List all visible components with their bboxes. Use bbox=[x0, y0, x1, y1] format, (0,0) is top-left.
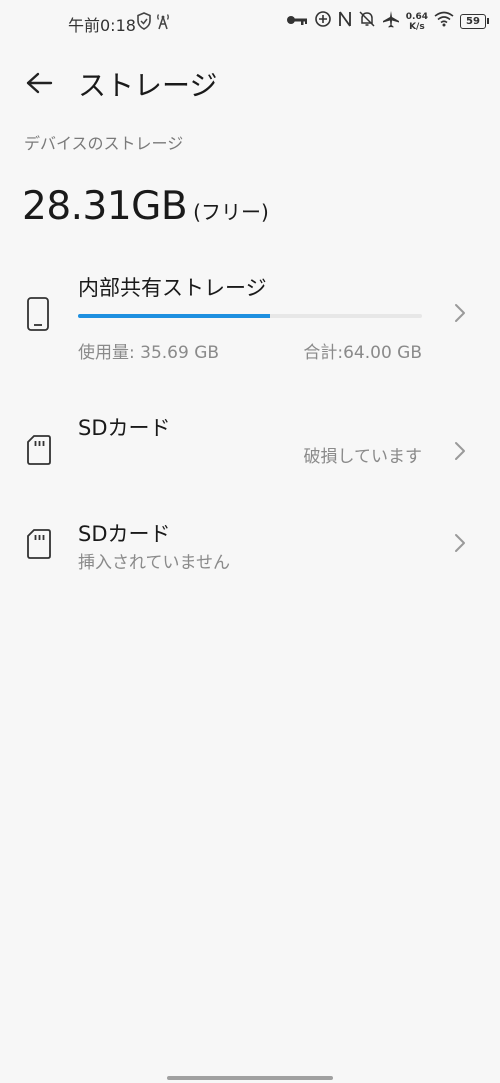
internal-storage-title: 内部共有ストレージ bbox=[78, 276, 267, 300]
sd-card-status: 挿入されていません bbox=[78, 553, 230, 573]
sd-card-status: 破損しています bbox=[303, 447, 423, 467]
status-time: 午前0:18 bbox=[68, 16, 136, 35]
signal-tower-icon bbox=[156, 12, 170, 34]
sd-card-title: SDカード bbox=[78, 416, 171, 440]
sd-card-icon bbox=[26, 528, 52, 564]
free-space-value: 28.31GB bbox=[22, 184, 188, 229]
shield-icon bbox=[136, 12, 152, 34]
free-space-suffix: (フリー) bbox=[193, 200, 269, 224]
sd-card-corrupted-row[interactable]: SDカード 破損しています bbox=[0, 398, 500, 484]
status-bar: 午前0:18 0.64 K/s 59 bbox=[0, 0, 500, 46]
page-title: ストレージ bbox=[78, 69, 218, 102]
sd-card-not-inserted-row[interactable]: SDカード 挿入されていません bbox=[0, 504, 500, 584]
home-indicator[interactable] bbox=[167, 1076, 333, 1080]
back-arrow-icon bbox=[26, 72, 53, 94]
used-space-label: 使用量: 35.69 GB bbox=[78, 343, 220, 363]
section-label-device-storage: デバイスのストレージ bbox=[24, 134, 184, 153]
wifi-icon bbox=[434, 11, 454, 32]
app-bar: ストレージ bbox=[0, 52, 500, 112]
chevron-right-icon bbox=[453, 532, 467, 558]
storage-usage-bar bbox=[78, 314, 422, 318]
battery-indicator: 59 bbox=[460, 14, 489, 29]
total-space-label: 合計:64.00 GB bbox=[303, 343, 422, 363]
chevron-right-icon bbox=[453, 440, 467, 466]
internal-storage-row[interactable]: 内部共有ストレージ 使用量: 35.69 GB 合計:64.00 GB bbox=[0, 258, 500, 376]
storage-usage-fill bbox=[78, 314, 270, 318]
data-saver-icon bbox=[314, 10, 332, 33]
airplane-mode-icon bbox=[382, 10, 400, 33]
key-icon bbox=[286, 12, 308, 32]
sd-card-title: SDカード bbox=[78, 522, 171, 546]
sd-card-icon bbox=[26, 434, 52, 470]
phone-icon bbox=[26, 296, 50, 336]
back-button[interactable] bbox=[22, 66, 56, 100]
free-space-summary: 28.31GB (フリー) bbox=[22, 184, 269, 229]
network-speed: 0.64 K/s bbox=[405, 11, 428, 32]
nfc-icon bbox=[338, 10, 352, 33]
bell-off-icon bbox=[358, 10, 376, 33]
chevron-right-icon bbox=[453, 302, 467, 328]
